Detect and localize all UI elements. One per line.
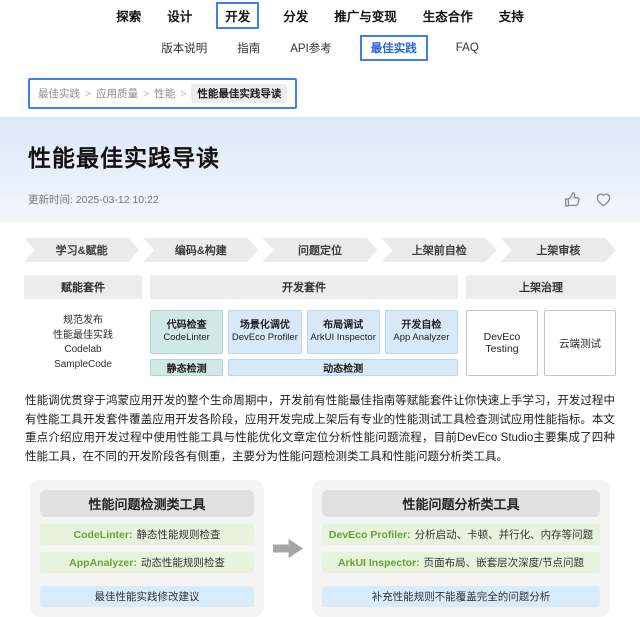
tool-desc: 动态性能规则检查 <box>141 555 225 570</box>
enablement-item: 性能最佳实践 <box>24 329 142 344</box>
like-icon[interactable] <box>564 191 581 208</box>
nav-item-ecosystem[interactable]: 生态合作 <box>421 3 475 28</box>
nav-item-monetize[interactable]: 推广与变现 <box>332 3 399 28</box>
devkit-header: 开发套件 <box>150 275 458 299</box>
enablement-item: 规范发布 <box>24 314 142 329</box>
cloud-testing-box: 云端测试 <box>544 310 616 376</box>
tool-name: DevEco Profiler: <box>329 529 411 541</box>
tool-title: 布局调试 <box>323 320 363 332</box>
static-detection-bar: 静态检测 <box>150 359 223 376</box>
nav-item-design[interactable]: 设计 <box>165 3 194 28</box>
detection-tools-panel: 性能问题检测类工具 CodeLinter: 静态性能规则检查 AppAnalyz… <box>30 480 264 617</box>
breadcrumb-row: 最佳实践 > 应用质量 > 性能 > 性能最佳实践导读 <box>0 66 640 117</box>
pipeline-diagram: 学习&赋能 编码&构建 问题定位 上架前自检 上架审核 赋能套件 规范发布 性能… <box>0 222 640 376</box>
enablement-column: 赋能套件 规范发布 性能最佳实践 Codelab SampleCode <box>24 275 142 376</box>
sub-nav: 版本说明 指南 API参考 最佳实践 FAQ <box>0 30 640 66</box>
detection-row-appanalyzer: AppAnalyzer: 动态性能规则检查 <box>40 552 254 573</box>
detection-row-codelinter: CodeLinter: 静态性能规则检查 <box>40 524 254 545</box>
hero-actions <box>550 191 612 208</box>
tool-app-analyzer: 开发自检 App Analyzer <box>385 310 458 354</box>
tool-arkui-inspector: 布局调试 ArkUI Inspector <box>307 310 380 354</box>
governance-header: 上架治理 <box>466 275 616 299</box>
subnav-item-faq[interactable]: FAQ <box>454 39 481 57</box>
breadcrumb-separator: > <box>180 88 186 100</box>
tool-subtitle: ArkUI Inspector <box>310 332 375 344</box>
nav-item-distribute[interactable]: 分发 <box>281 3 310 28</box>
page-title: 性能最佳实践导读 <box>28 139 612 173</box>
breadcrumb-item-app-quality[interactable]: 应用质量 <box>96 86 138 101</box>
tool-name: CodeLinter: <box>74 529 133 541</box>
tool-subtitle: App Analyzer <box>393 332 449 344</box>
intro-paragraph: 性能调优贯穿于鸿蒙应用开发的整个生命周期中，开发前有性能最佳指南等赋能套件让你快… <box>0 376 640 472</box>
enablement-list: 规范发布 性能最佳实践 Codelab SampleCode <box>24 310 142 376</box>
tool-name: ArkUI Inspector: <box>338 557 420 569</box>
tool-title: 场景化调优 <box>240 320 290 332</box>
enablement-item: SampleCode <box>24 358 142 373</box>
subnav-item-guide[interactable]: 指南 <box>235 37 262 59</box>
deveco-testing-box: DevEco Testing <box>466 310 538 376</box>
analysis-panel-title: 性能问题分析类工具 <box>322 490 600 517</box>
analysis-tools-panel: 性能问题分析类工具 DevEco Profiler: 分析启动、卡顿、并行化、内… <box>312 480 610 617</box>
updated-timestamp: 更新时间: 2025-03-12 10:22 <box>28 192 159 207</box>
nav-item-explore[interactable]: 探索 <box>114 3 143 28</box>
nav-item-develop[interactable]: 开发 <box>216 2 259 29</box>
hero-banner: 性能最佳实践导读 更新时间: 2025-03-12 10:22 <box>0 117 640 222</box>
tool-subtitle: CodeLinter <box>163 332 209 344</box>
tool-desc: 分析启动、卡顿、并行化、内存等问题 <box>415 527 594 542</box>
detection-panel-footer: 最佳性能实践修改建议 <box>40 586 254 607</box>
breadcrumb-separator: > <box>85 88 91 100</box>
analysis-panel-footer: 补充性能规则不能覆盖完全的问题分析 <box>322 586 600 607</box>
breadcrumb: 最佳实践 > 应用质量 > 性能 > 性能最佳实践导读 <box>28 78 297 109</box>
stage-self-check: 上架前自检 <box>382 238 497 262</box>
stage-problem-locating: 问题定位 <box>262 238 377 262</box>
subnav-item-api-reference[interactable]: API参考 <box>288 37 334 59</box>
tool-desc: 静态性能规则检查 <box>136 527 220 542</box>
governance-column: 上架治理 DevEco Testing 云端测试 <box>466 275 616 376</box>
subnav-item-best-practices[interactable]: 最佳实践 <box>360 35 428 61</box>
stage-review: 上架审核 <box>501 238 616 262</box>
tool-subtitle: DevEco Profiler <box>232 332 298 344</box>
tool-deveco-profiler: 场景化调优 DevEco Profiler <box>228 310 301 354</box>
governance-boxes: DevEco Testing 云端测试 <box>466 310 616 376</box>
breadcrumb-separator: > <box>143 88 149 100</box>
tool-desc: 页面布局、嵌套层次深度/节点问题 <box>424 555 584 570</box>
right-arrow-icon <box>273 538 303 560</box>
tool-name: AppAnalyzer: <box>69 557 137 569</box>
favorite-icon[interactable] <box>595 191 612 208</box>
tool-title: 开发自检 <box>401 320 441 332</box>
devkit-column: 开发套件 代码检查 CodeLinter 场景化调优 DevEco Profil… <box>150 275 458 376</box>
pipeline-stages: 学习&赋能 编码&构建 问题定位 上架前自检 上架审核 <box>24 238 616 262</box>
tool-comparison: 性能问题检测类工具 CodeLinter: 静态性能规则检查 AppAnalyz… <box>0 472 640 617</box>
stage-learning: 学习&赋能 <box>24 238 139 262</box>
analysis-row-inspector: ArkUI Inspector: 页面布局、嵌套层次深度/节点问题 <box>322 552 600 573</box>
detection-panel-title: 性能问题检测类工具 <box>40 490 254 517</box>
stage-coding: 编码&构建 <box>143 238 258 262</box>
top-nav: 探索 设计 开发 分发 推广与变现 生态合作 支持 <box>0 0 640 30</box>
tool-title: 代码检查 <box>167 320 207 332</box>
dynamic-detection-bar: 动态检测 <box>228 359 458 376</box>
subnav-item-release-notes[interactable]: 版本说明 <box>159 37 209 59</box>
breadcrumb-item-current-page: 性能最佳实践导读 <box>191 84 287 103</box>
breadcrumb-item-best-practices[interactable]: 最佳实践 <box>38 86 80 101</box>
devkit-tools: 代码检查 CodeLinter 场景化调优 DevEco Profiler 布局… <box>150 310 458 376</box>
analysis-row-profiler: DevEco Profiler: 分析启动、卡顿、并行化、内存等问题 <box>322 524 600 545</box>
enablement-header: 赋能套件 <box>24 275 142 299</box>
nav-item-support[interactable]: 支持 <box>497 3 526 28</box>
enablement-item: Codelab <box>24 343 142 358</box>
tool-codelinter: 代码检查 CodeLinter <box>150 310 223 354</box>
breadcrumb-item-performance[interactable]: 性能 <box>154 86 175 101</box>
